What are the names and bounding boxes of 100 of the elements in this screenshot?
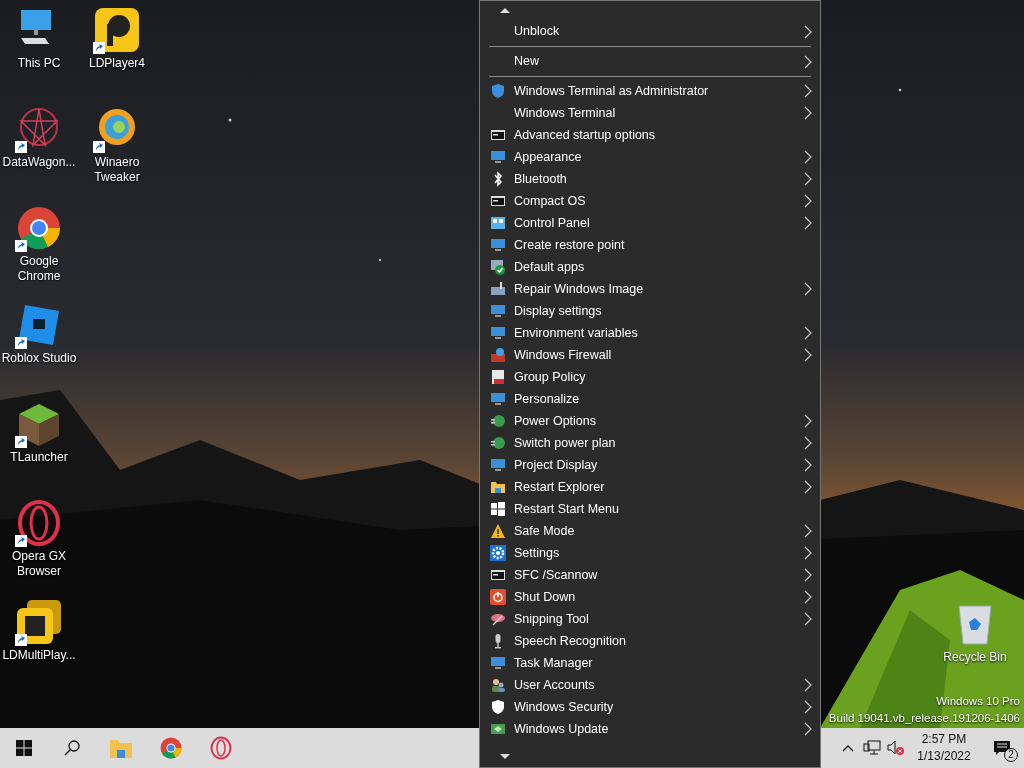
menu-item[interactable]: Shut Down xyxy=(480,586,820,608)
chevron-right-icon xyxy=(804,216,812,230)
monitor-icon xyxy=(490,655,506,671)
menu-item[interactable]: Power Options xyxy=(480,410,820,432)
network-icon xyxy=(863,740,881,756)
chrome-icon xyxy=(15,204,63,252)
scroll-down-icon xyxy=(500,754,510,759)
menu-item[interactable]: New xyxy=(480,50,820,73)
chevron-right-icon xyxy=(804,700,812,714)
monitor-icon xyxy=(490,303,506,319)
terminal-icon xyxy=(490,193,506,209)
warning-icon xyxy=(490,523,506,539)
menu-item[interactable]: Bluetooth xyxy=(480,168,820,190)
shield-icon xyxy=(490,699,506,715)
chevron-right-icon xyxy=(804,480,812,494)
notification-count: 2 xyxy=(1004,748,1018,762)
chevron-right-icon xyxy=(804,24,812,39)
chevron-right-icon xyxy=(804,150,812,164)
menu-item[interactable]: User Accounts xyxy=(480,674,820,696)
chevron-right-icon xyxy=(804,326,812,340)
menu-item[interactable]: Advanced startup options xyxy=(480,124,820,146)
control-panel-icon xyxy=(490,215,506,231)
desktop-icon-label[interactable]: Opera GX Browser xyxy=(0,549,78,579)
chevron-right-icon xyxy=(804,590,812,604)
chevron-right-icon xyxy=(804,524,812,538)
menu-item[interactable]: Personalize xyxy=(480,388,820,410)
monitor-icon xyxy=(490,325,506,341)
chevron-right-icon xyxy=(804,436,812,450)
settings-icon xyxy=(490,545,506,561)
menu-item[interactable]: Windows Terminal xyxy=(480,102,820,124)
chevron-right-icon xyxy=(804,172,812,186)
menu-item[interactable]: Group Policy xyxy=(480,366,820,388)
monitor-icon xyxy=(490,149,506,165)
desktop-icon-label[interactable]: Google Chrome xyxy=(0,254,78,284)
chevron-right-icon xyxy=(804,568,812,582)
shield-icon xyxy=(490,83,506,99)
chevron-up-icon xyxy=(842,744,854,752)
chrome-icon xyxy=(159,736,183,760)
desktop-icon-label[interactable]: TLauncher xyxy=(10,450,68,465)
desktop-icon-label[interactable]: LDPlayer4 xyxy=(89,56,145,71)
folder-icon xyxy=(490,479,506,495)
menu-item[interactable]: Speech Recognition xyxy=(480,630,820,652)
menu-item[interactable]: Restart Explorer xyxy=(480,476,820,498)
desktop-icon-label[interactable]: LDMultiPlay... xyxy=(2,648,76,663)
desktop-icon-label[interactable]: Winaero Tweaker xyxy=(78,155,156,185)
shortcut-arrow-icon xyxy=(15,141,27,153)
document-icon xyxy=(490,369,506,385)
scroll-up-icon xyxy=(500,8,510,13)
desktop-icon-label[interactable]: This PC xyxy=(17,56,61,71)
menu-item[interactable]: Default apps xyxy=(480,256,820,278)
menu-item[interactable]: Snipping Tool xyxy=(480,608,820,630)
windows-logo-icon xyxy=(490,501,506,517)
menu-item[interactable]: SFC /Scannow xyxy=(480,564,820,586)
menu-item[interactable]: Repair Windows Image xyxy=(480,278,820,300)
desktop-icon-label[interactable]: DataWagon... xyxy=(2,155,76,170)
menu-item[interactable]: Windows Firewall xyxy=(480,344,820,366)
search-icon xyxy=(63,739,81,757)
folder-icon xyxy=(110,738,132,758)
globe-plug-icon xyxy=(490,413,506,429)
shortcut-arrow-icon xyxy=(15,337,27,349)
menu-item[interactable]: Switch power plan xyxy=(480,432,820,454)
chevron-right-icon xyxy=(804,106,812,120)
menu-item[interactable]: Unblock xyxy=(480,20,820,43)
menu-item[interactable]: Project Display xyxy=(480,454,820,476)
shortcut-arrow-icon xyxy=(15,436,27,448)
menu-item[interactable]: Restart Start Menu xyxy=(480,498,820,520)
chevron-right-icon xyxy=(804,612,812,626)
stacked-cards-icon xyxy=(15,598,63,646)
chevron-right-icon xyxy=(804,414,812,428)
terminal-icon xyxy=(490,567,506,583)
chevron-right-icon xyxy=(804,84,812,98)
menu-item[interactable]: Task Manager xyxy=(480,652,820,674)
chevron-right-icon xyxy=(804,194,812,208)
chevron-right-icon xyxy=(804,546,812,560)
shortcut-arrow-icon xyxy=(15,634,27,646)
action-center-button[interactable]: 2 xyxy=(980,728,1024,768)
users-icon xyxy=(490,677,506,693)
menu-item[interactable]: Windows Update xyxy=(480,718,820,740)
menu-item[interactable]: Settings xyxy=(480,542,820,564)
monitor-icon xyxy=(490,391,506,407)
desktop-icon-label[interactable]: Roblox Studio xyxy=(1,351,77,366)
menu-item[interactable]: Windows Security xyxy=(480,696,820,718)
menu-item[interactable]: Windows Terminal as Administrator xyxy=(480,80,820,102)
shortcut-arrow-icon xyxy=(93,141,105,153)
globe-plug-icon xyxy=(490,435,506,451)
menu-item[interactable]: Safe Mode xyxy=(480,520,820,542)
menu-item[interactable]: Appearance xyxy=(480,146,820,168)
clock[interactable]: 2:57 PM 1/13/2022 xyxy=(908,728,980,768)
shortcut-arrow-icon xyxy=(15,240,27,252)
menu-item[interactable]: Display settings xyxy=(480,300,820,322)
menu-item[interactable]: Environment variables xyxy=(480,322,820,344)
menu-item[interactable]: Control Panel xyxy=(480,212,820,234)
chevron-right-icon xyxy=(804,348,812,362)
menu-item[interactable]: Create restore point xyxy=(480,234,820,256)
app-logo-icon xyxy=(93,6,141,54)
terminal-icon xyxy=(490,127,506,143)
chevron-right-icon xyxy=(804,678,812,692)
os-build-text: Build 19041.vb_release.191206-1406 xyxy=(828,711,1020,726)
os-edition-text: Windows 10 Pro xyxy=(936,694,1020,709)
menu-item[interactable]: Compact OS xyxy=(480,190,820,212)
